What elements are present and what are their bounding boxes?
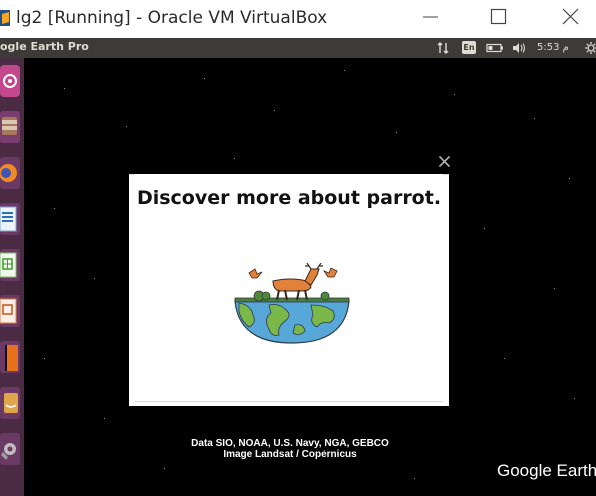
network-icon[interactable] [436, 41, 450, 55]
active-app-title: ogle Earth Pro [0, 40, 89, 53]
dialog-title: Discover more about parrot. [136, 187, 442, 209]
calc-icon [0, 249, 20, 281]
launcher-item-calc[interactable] [0, 246, 20, 284]
software-center-icon [0, 341, 20, 373]
launcher-item-firefox[interactable] [0, 154, 20, 192]
impress-icon [0, 295, 20, 327]
settings-icon [0, 433, 20, 465]
volume-icon[interactable] [512, 41, 528, 55]
ubuntu-top-panel: ogle Earth Pro En م 5:53 [0, 38, 596, 58]
amazon-icon [0, 387, 20, 419]
battery-icon[interactable] [486, 41, 504, 55]
launcher-item-writer[interactable] [0, 200, 20, 238]
launcher-item-impress[interactable] [0, 292, 20, 330]
maximize-icon [490, 8, 507, 25]
keyboard-layout-indicator[interactable]: En [462, 41, 476, 54]
minimize-button[interactable] [408, 0, 454, 38]
virtualbox-icon [0, 10, 10, 26]
writer-icon [0, 203, 20, 235]
close-icon[interactable] [438, 155, 451, 168]
deer-on-globe-illustration [234, 263, 350, 344]
close-window-button[interactable] [548, 0, 594, 38]
launcher-item-settings[interactable] [0, 430, 20, 468]
launcher-item-amazon[interactable] [0, 384, 20, 422]
clock[interactable]: م 5:53 [537, 41, 579, 55]
power-icon[interactable] [584, 41, 596, 55]
attribution-line-1: Data SIO, NOAA, U.S. Navy, NGA, GEBCO [191, 438, 389, 449]
maximize-button[interactable] [476, 0, 522, 38]
attribution-line-2: Image Landsat / Copernicus [223, 449, 357, 460]
data-attribution: Data SIO, NOAA, U.S. Navy, NGA, GEBCO Im… [150, 438, 430, 460]
minimize-icon [423, 16, 438, 18]
google-earth-logo: Google Earth [497, 461, 596, 480]
firefox-icon [0, 157, 20, 189]
close-icon [562, 8, 579, 25]
launcher-item-files[interactable] [0, 108, 20, 146]
window-title: lg2 [Running] - Oracle VM VirtualBox [16, 8, 328, 28]
host-window-titlebar: lg2 [Running] - Oracle VM VirtualBox [0, 0, 596, 38]
launcher-item-software-center[interactable] [0, 338, 20, 376]
launcher-item-dash[interactable] [0, 62, 20, 100]
unity-launcher [0, 58, 24, 496]
files-icon [0, 111, 20, 143]
ubuntu-dash-icon [0, 65, 20, 97]
